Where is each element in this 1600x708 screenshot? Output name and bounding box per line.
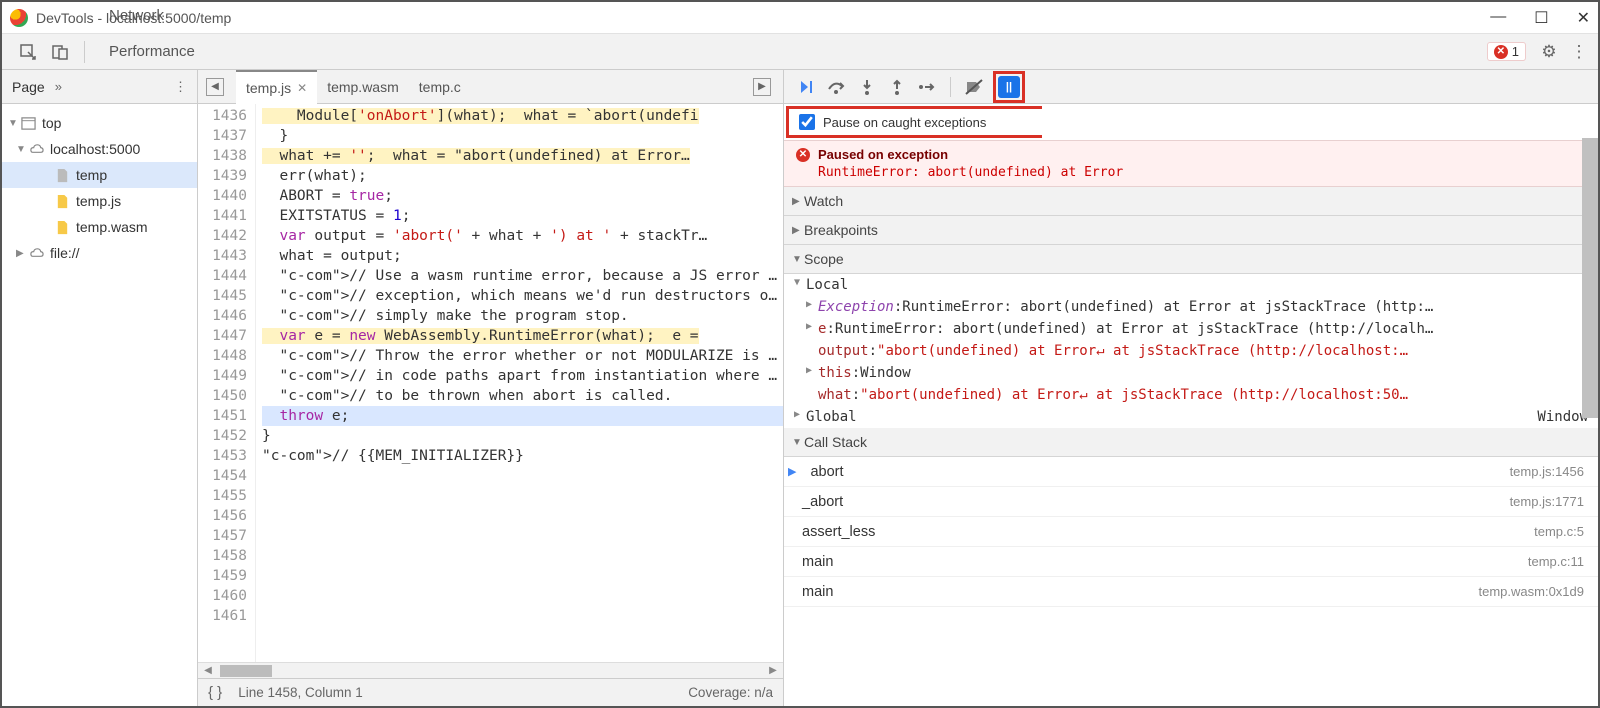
editor-tabstrip: ◀ temp.js✕ temp.wasm temp.c ▶ bbox=[198, 70, 783, 104]
editor-status: { } Line 1458, Column 1 Coverage: n/a bbox=[198, 678, 783, 706]
error-icon: ✕ bbox=[796, 148, 810, 162]
error-count: 1 bbox=[1512, 44, 1519, 59]
stack-frame[interactable]: aborttemp.js:1456 bbox=[784, 457, 1598, 487]
stack-frame[interactable]: maintemp.c:11 bbox=[784, 547, 1598, 577]
tree-file-tempjs[interactable]: temp.js bbox=[2, 188, 197, 214]
debugger-toolbar: || bbox=[784, 70, 1598, 104]
stack-frame[interactable]: _aborttemp.js:1771 bbox=[784, 487, 1598, 517]
chrome-icon bbox=[10, 9, 28, 27]
tab-performance[interactable]: Performance bbox=[93, 34, 211, 70]
editor-tab-tempc[interactable]: temp.c bbox=[409, 70, 471, 104]
scope-var[interactable]: ▶Exception: RuntimeError: abort(undefine… bbox=[784, 296, 1598, 318]
section-breakpoints[interactable]: ▶Breakpoints bbox=[784, 216, 1598, 244]
scope-body: ▼Local ▶Exception: RuntimeError: abort(u… bbox=[784, 274, 1598, 428]
scope-var[interactable]: ▶this: Window bbox=[784, 362, 1598, 384]
tree-top[interactable]: ▼ top bbox=[2, 110, 197, 136]
close-icon[interactable]: ✕ bbox=[297, 71, 307, 105]
scope-var[interactable]: output: "abort(undefined) at Error↵ at j… bbox=[784, 340, 1598, 362]
maximize-button[interactable]: ☐ bbox=[1534, 8, 1548, 28]
section-watch[interactable]: ▶Watch bbox=[784, 187, 1598, 215]
pause-exceptions-button[interactable]: || bbox=[993, 71, 1025, 103]
pause-caught-checkbox[interactable] bbox=[799, 114, 815, 130]
inspect-icon[interactable] bbox=[18, 42, 38, 62]
sidebar-title: Page bbox=[12, 79, 45, 95]
stack-frame[interactable]: assert_lesstemp.c:5 bbox=[784, 517, 1598, 547]
page-sidebar: Page » ⋮ ▼ top ▼ localhost:5000 temp t bbox=[2, 70, 198, 706]
line-gutter: 1436143714381439144014411442144314441445… bbox=[198, 104, 256, 662]
error-count-badge[interactable]: ✕ 1 bbox=[1487, 42, 1526, 61]
file-icon bbox=[54, 193, 70, 209]
editor-hscroll[interactable]: ◀▶ bbox=[198, 662, 783, 678]
file-icon bbox=[54, 219, 70, 235]
tree-file-scheme[interactable]: ▶ file:// bbox=[2, 240, 197, 266]
stack-frame[interactable]: maintemp.wasm:0x1d9 bbox=[784, 577, 1598, 607]
minimize-button[interactable]: — bbox=[1490, 8, 1506, 28]
file-tree: ▼ top ▼ localhost:5000 temp temp.js temp… bbox=[2, 104, 197, 706]
resume-icon[interactable] bbox=[796, 76, 818, 98]
more-icon[interactable]: ⋮ bbox=[1568, 42, 1590, 62]
tree-file-temp[interactable]: temp bbox=[2, 162, 197, 188]
editor-tab-tempwasm[interactable]: temp.wasm bbox=[317, 70, 409, 104]
nav-back-icon[interactable]: ◀ bbox=[206, 78, 224, 96]
step-over-icon[interactable] bbox=[826, 76, 848, 98]
settings-icon[interactable]: ⚙ bbox=[1538, 42, 1560, 62]
close-button[interactable]: ✕ bbox=[1577, 8, 1590, 28]
tree-file-tempwasm[interactable]: temp.wasm bbox=[2, 214, 197, 240]
section-callstack[interactable]: ▼Call Stack bbox=[784, 428, 1598, 456]
step-into-icon[interactable] bbox=[856, 76, 878, 98]
scope-global[interactable]: ▶GlobalWindow bbox=[784, 406, 1598, 428]
callstack-body: aborttemp.js:1456_aborttemp.js:1771asser… bbox=[784, 457, 1598, 607]
file-icon bbox=[54, 167, 70, 183]
deactivate-bp-icon[interactable] bbox=[963, 76, 985, 98]
nav-fwd-icon[interactable]: ▶ bbox=[753, 78, 771, 96]
chevron-icon[interactable]: » bbox=[55, 79, 62, 94]
tab-network[interactable]: Network bbox=[93, 0, 211, 34]
vertical-scrollbar[interactable] bbox=[1582, 138, 1598, 418]
step-out-icon[interactable] bbox=[886, 76, 908, 98]
cloud-icon bbox=[28, 141, 44, 157]
debugger-panel: || Pause on caught exceptions ✕Paused on… bbox=[784, 70, 1598, 706]
code-area[interactable]: Module['onAbort'](what); what = `abort(u… bbox=[256, 104, 783, 662]
pause-caught-label: Pause on caught exceptions bbox=[823, 115, 986, 130]
editor-tab-tempjs[interactable]: temp.js✕ bbox=[236, 70, 317, 104]
pretty-print-icon[interactable]: { } bbox=[208, 684, 222, 701]
main-toolbar: ElementsConsoleSourcesNetworkPerformance… bbox=[2, 34, 1598, 70]
sidebar-header: Page » ⋮ bbox=[2, 70, 197, 104]
coverage-label: Coverage: n/a bbox=[688, 685, 773, 700]
section-scope[interactable]: ▼Scope bbox=[784, 245, 1598, 273]
paused-message: ✕Paused on exception RuntimeError: abort… bbox=[784, 140, 1598, 187]
scope-var[interactable]: ▶e: RuntimeError: abort(undefined) at Er… bbox=[784, 318, 1598, 340]
pause-caught-checkbox-row[interactable]: Pause on caught exceptions bbox=[786, 106, 1042, 138]
editor-panel: ◀ temp.js✕ temp.wasm temp.c ▶ 1436143714… bbox=[198, 70, 784, 706]
titlebar: DevTools - localhost:5000/temp — ☐ ✕ bbox=[2, 2, 1598, 34]
tree-host[interactable]: ▼ localhost:5000 bbox=[2, 136, 197, 162]
cursor-pos: Line 1458, Column 1 bbox=[238, 685, 363, 700]
window-title: DevTools - localhost:5000/temp bbox=[36, 10, 1490, 26]
scope-local[interactable]: ▼Local bbox=[784, 274, 1598, 296]
editor-body[interactable]: 1436143714381439144014411442144314441445… bbox=[198, 104, 783, 662]
error-icon: ✕ bbox=[1494, 45, 1508, 59]
step-icon[interactable] bbox=[916, 76, 938, 98]
exception-text: RuntimeError: abort(undefined) at Error bbox=[818, 165, 1586, 180]
device-toggle-icon[interactable] bbox=[50, 42, 70, 62]
scope-var[interactable]: what: "abort(undefined) at Error↵ at jsS… bbox=[784, 384, 1598, 406]
sidebar-more-icon[interactable]: ⋮ bbox=[174, 79, 187, 95]
cloud-icon bbox=[28, 245, 44, 261]
window-icon bbox=[20, 115, 36, 131]
